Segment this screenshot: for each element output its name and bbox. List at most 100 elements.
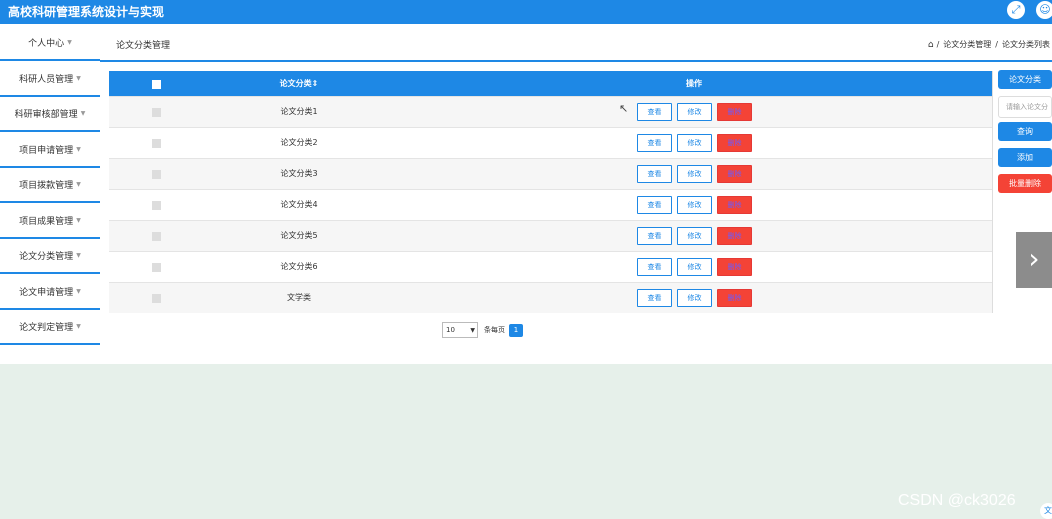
- add-button[interactable]: 添加: [998, 148, 1052, 167]
- sidebar-item-label: 项目成果管理: [19, 217, 74, 227]
- sidebar-item-project-results[interactable]: 项目成果管理 ▼: [0, 204, 100, 239]
- category-name-cell: 论文分类3: [280, 169, 318, 178]
- sort-icon: ⇕: [311, 78, 319, 88]
- category-name-cell: 论文分类2: [280, 138, 318, 147]
- page-number-current[interactable]: 1: [509, 323, 523, 337]
- edit-button[interactable]: 修改: [677, 165, 712, 183]
- breadcrumb-item-category-list: 论文分类列表: [1002, 40, 1050, 49]
- view-button[interactable]: 查看: [637, 289, 672, 307]
- next-page-arrow[interactable]: ›: [1016, 232, 1052, 288]
- edit-button[interactable]: 修改: [677, 103, 712, 121]
- edit-button[interactable]: 修改: [677, 258, 712, 276]
- table-row: 论文分类3 查看 修改 删除: [109, 158, 992, 189]
- row-checkbox[interactable]: [152, 170, 161, 179]
- breadcrumb-item-category-management[interactable]: 论文分类管理: [943, 39, 991, 50]
- sidebar-item-label: 论文申请管理: [19, 288, 74, 298]
- sidebar-item-paper-category[interactable]: 论文分类管理 ▼: [0, 239, 100, 274]
- category-name-cell: 论文分类5: [280, 231, 318, 240]
- row-checkbox[interactable]: [152, 232, 161, 241]
- page-title: 论文分类管理: [116, 41, 171, 51]
- watermark: CSDN @ck3026: [898, 492, 1016, 509]
- table-row: 论文分类5 查看 修改 删除: [109, 220, 992, 251]
- sidebar-item-label: 科研审核部管理: [14, 110, 78, 120]
- breadcrumb: ⌂ / 论文分类管理 / 论文分类列表: [928, 39, 1050, 50]
- sidebar-item-personal-center[interactable]: 个人中心 ▼: [0, 26, 100, 61]
- fullscreen-icon[interactable]: ⤢: [1007, 1, 1025, 19]
- row-checkbox[interactable]: [152, 263, 161, 272]
- category-name-cell: 文学类: [287, 293, 311, 302]
- sidebar-item-review-dept-management[interactable]: 科研审核部管理 ▼: [0, 97, 100, 132]
- caret-down-icon: ▼: [76, 252, 81, 259]
- delete-button[interactable]: 删除: [717, 196, 752, 214]
- delete-button[interactable]: 删除: [717, 103, 752, 121]
- row-checkbox[interactable]: [152, 294, 161, 303]
- table-row: 文学类 查看 修改 删除: [109, 282, 992, 313]
- column-header-ops: 操作: [686, 78, 702, 88]
- top-bar: 高校科研管理系统设计与实现 ⤢ ☺: [0, 0, 1052, 24]
- per-page-label: 条每页: [484, 326, 505, 334]
- caret-down-icon: ▼: [76, 323, 81, 330]
- sidebar-item-label: 项目拨款管理: [19, 181, 74, 191]
- sidebar-item-label: 项目申请管理: [19, 146, 74, 156]
- category-name-cell: 论文分类4: [280, 200, 318, 209]
- delete-button[interactable]: 删除: [717, 258, 752, 276]
- breadcrumb-bar: 论文分类管理 ⌂ / 论文分类管理 / 论文分类列表: [100, 24, 1052, 62]
- delete-button[interactable]: 删除: [717, 134, 752, 152]
- row-checkbox[interactable]: [152, 139, 161, 148]
- batch-delete-button[interactable]: 批量删除: [998, 174, 1052, 193]
- row-checkbox[interactable]: [152, 201, 161, 210]
- sidebar-item-paper-application[interactable]: 论文申请管理 ▼: [0, 275, 100, 310]
- edit-button[interactable]: 修改: [677, 227, 712, 245]
- row-checkbox[interactable]: [152, 108, 161, 117]
- view-button[interactable]: 查看: [637, 103, 672, 121]
- mouse-cursor-icon: ↖: [619, 102, 629, 115]
- sidebar-item-label: 科研人员管理: [19, 75, 74, 85]
- column-header-category[interactable]: 论文分类⇕: [239, 78, 359, 90]
- main-content: 论文分类管理 ⌂ / 论文分类管理 / 论文分类列表 论文分类⇕ 操作 论文分类…: [100, 24, 1052, 364]
- table-row: 论文分类1 查看 修改 删除: [109, 96, 992, 127]
- sidebar-item-project-funding[interactable]: 项目拨款管理 ▼: [0, 168, 100, 203]
- category-table: 论文分类⇕ 操作 论文分类1 查看 修改 删除 论文分类2 查看 修改 删除 论…: [109, 71, 993, 313]
- view-button[interactable]: 查看: [637, 227, 672, 245]
- page-size-select[interactable]: 10 ▼: [442, 322, 478, 338]
- caret-down-icon: ▼: [67, 39, 72, 46]
- table-row: 论文分类2 查看 修改 删除: [109, 127, 992, 158]
- view-button[interactable]: 查看: [637, 165, 672, 183]
- sidebar-item-label: 个人中心: [28, 39, 65, 49]
- home-icon[interactable]: ⌂: [928, 40, 934, 50]
- chevron-down-icon: ▼: [470, 326, 475, 334]
- sidebar-item-label: 论文分类管理: [19, 252, 74, 262]
- delete-button[interactable]: 删除: [717, 165, 752, 183]
- search-field-label: 论文分类: [998, 70, 1052, 89]
- category-name-cell: 论文分类1: [280, 107, 318, 116]
- translate-icon[interactable]: 文: [1040, 503, 1052, 519]
- caret-down-icon: ▼: [76, 217, 81, 224]
- caret-down-icon: ▼: [80, 110, 86, 117]
- view-button[interactable]: 查看: [637, 196, 672, 214]
- sidebar-item-label: 论文判定管理: [19, 323, 74, 333]
- delete-button[interactable]: 删除: [717, 289, 752, 307]
- category-name-cell: 论文分类6: [280, 262, 318, 271]
- sidebar-item-project-application[interactable]: 项目申请管理 ▼: [0, 133, 100, 168]
- caret-down-icon: ▼: [76, 288, 81, 295]
- table-row: 论文分类6 查看 修改 删除: [109, 251, 992, 282]
- delete-button[interactable]: 删除: [717, 227, 752, 245]
- app-title: 高校科研管理系统设计与实现: [8, 5, 165, 19]
- view-button[interactable]: 查看: [637, 134, 672, 152]
- edit-button[interactable]: 修改: [677, 289, 712, 307]
- edit-button[interactable]: 修改: [677, 134, 712, 152]
- user-icon[interactable]: ☺: [1036, 1, 1052, 19]
- select-all-checkbox[interactable]: [152, 79, 161, 89]
- sidebar-item-paper-judgment[interactable]: 论文判定管理 ▼: [0, 310, 100, 345]
- caret-down-icon: ▼: [76, 146, 81, 153]
- column-header-label: 论文分类: [279, 78, 312, 88]
- breadcrumb-separator: /: [995, 40, 998, 49]
- caret-down-icon: ▼: [76, 75, 81, 82]
- table-row: 论文分类4 查看 修改 删除: [109, 189, 992, 220]
- search-button[interactable]: 查询: [998, 122, 1052, 141]
- edit-button[interactable]: 修改: [677, 196, 712, 214]
- sidebar-item-researcher-management[interactable]: 科研人员管理 ▼: [0, 62, 100, 97]
- sidebar: 个人中心 ▼ 科研人员管理 ▼ 科研审核部管理 ▼ 项目申请管理 ▼ 项目拨款管理 ▼ 项…: [0, 24, 100, 364]
- search-input[interactable]: 请输入论文分: [998, 96, 1052, 118]
- view-button[interactable]: 查看: [637, 258, 672, 276]
